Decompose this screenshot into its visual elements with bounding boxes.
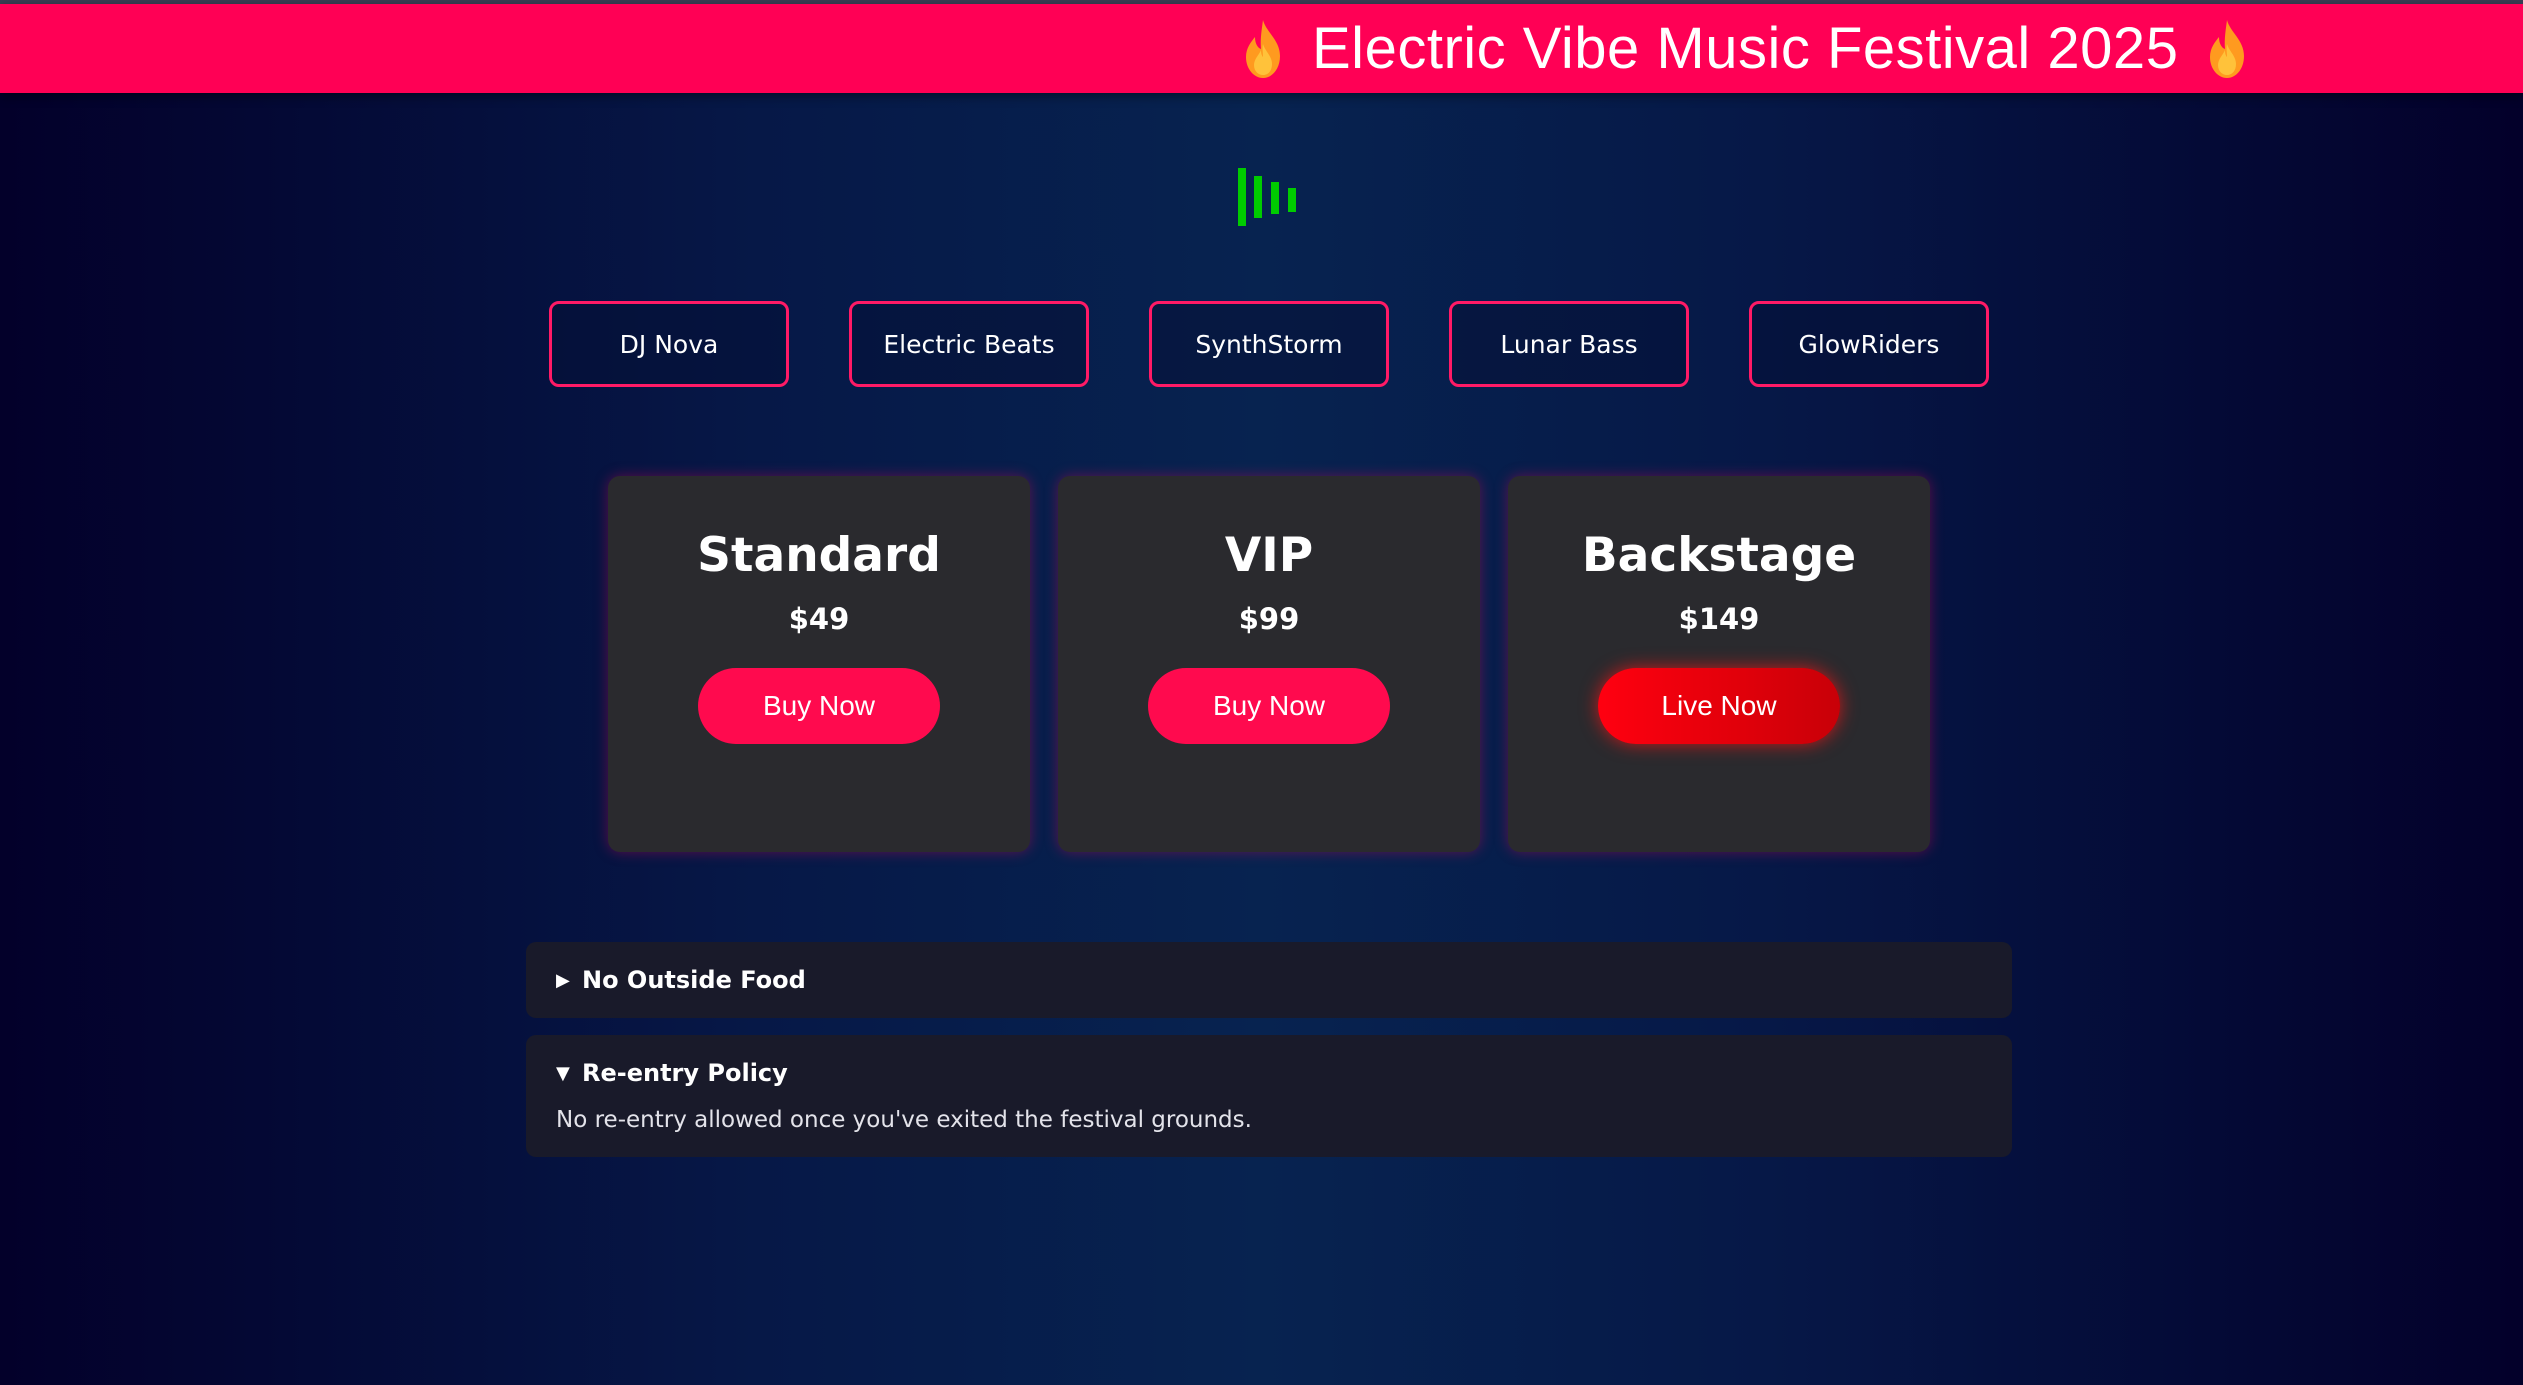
artist-button-synthstorm[interactable]: SynthStorm bbox=[1149, 301, 1389, 387]
banner-content: Electric Vibe Music Festival 2025 bbox=[1240, 4, 2250, 93]
faq-title: No Outside Food bbox=[582, 966, 806, 994]
buy-now-button[interactable]: Buy Now bbox=[698, 668, 940, 744]
ticket-name: Standard bbox=[697, 528, 941, 583]
ticket-price: $149 bbox=[1678, 602, 1760, 636]
ticket-card-backstage: Backstage $149 Live Now bbox=[1508, 476, 1930, 852]
artist-button-dj-nova[interactable]: DJ Nova bbox=[549, 301, 789, 387]
ticket-name: Backstage bbox=[1581, 528, 1857, 583]
live-now-button[interactable]: Live Now bbox=[1598, 668, 1840, 744]
faq-item-no-outside-food[interactable]: ▶ No Outside Food bbox=[526, 942, 2012, 1018]
faq-title: Re-entry Policy bbox=[582, 1059, 788, 1087]
artist-lineup: DJ Nova Electric Beats SynthStorm Lunar … bbox=[549, 301, 1989, 387]
ticket-card-standard: Standard $49 Buy Now bbox=[608, 476, 1030, 852]
festival-banner: Electric Vibe Music Festival 2025 bbox=[0, 4, 2523, 93]
faq-answer: No re-entry allowed once you've exited t… bbox=[556, 1107, 1252, 1133]
banner-title: Electric Vibe Music Festival 2025 bbox=[1312, 16, 2179, 81]
fire-icon bbox=[1246, 19, 1280, 78]
collapsed-arrow-icon: ▶ bbox=[556, 969, 570, 991]
ticket-price: $49 bbox=[788, 602, 850, 636]
ticket-card-vip: VIP $99 Buy Now bbox=[1058, 476, 1480, 852]
artist-button-glowriders[interactable]: GlowRiders bbox=[1749, 301, 1989, 387]
faq-summary[interactable]: ▶ No Outside Food bbox=[556, 966, 806, 994]
buy-now-button[interactable]: Buy Now bbox=[1148, 668, 1390, 744]
ticket-price: $99 bbox=[1238, 602, 1300, 636]
expanded-arrow-icon: ▼ bbox=[556, 1062, 570, 1084]
fire-icon bbox=[2210, 19, 2245, 78]
equalizer-icon bbox=[1238, 168, 1296, 226]
artist-button-electric-beats[interactable]: Electric Beats bbox=[849, 301, 1089, 387]
ticket-name: VIP bbox=[1224, 528, 1314, 583]
faq-summary[interactable]: ▼ Re-entry Policy bbox=[556, 1059, 788, 1087]
faq-item-re-entry-policy[interactable]: ▼ Re-entry Policy No re-entry allowed on… bbox=[526, 1035, 2012, 1157]
artist-button-lunar-bass[interactable]: Lunar Bass bbox=[1449, 301, 1689, 387]
